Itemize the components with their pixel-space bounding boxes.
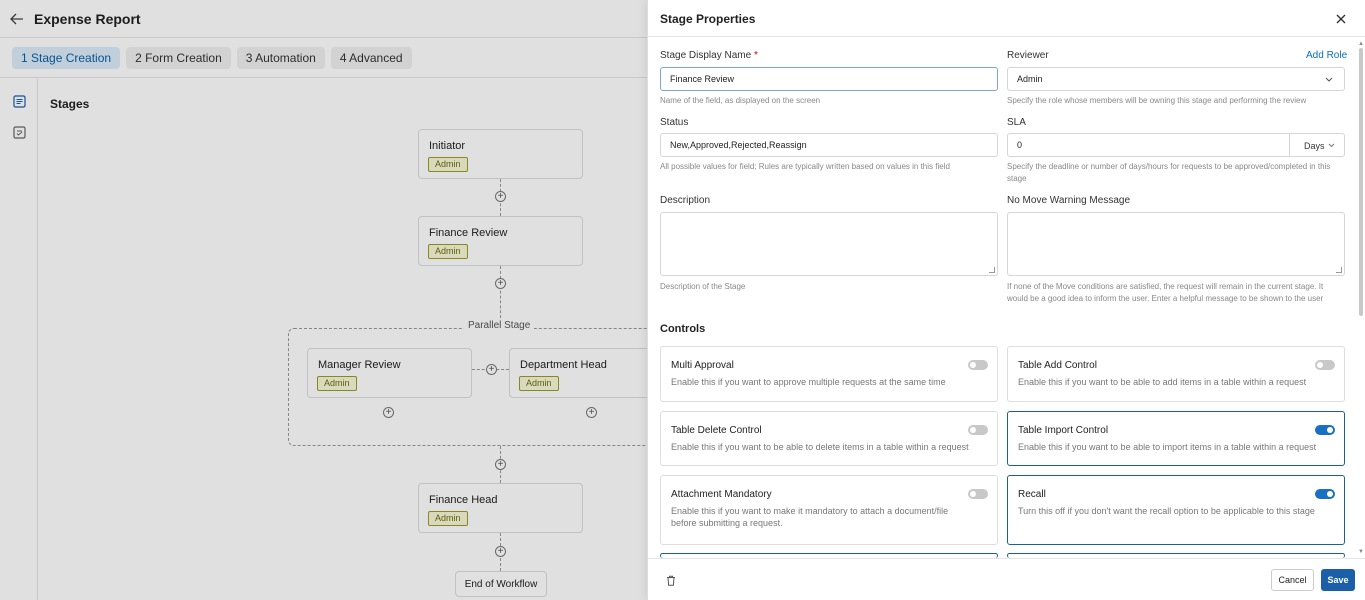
multi-approval-toggle[interactable] xyxy=(968,360,988,370)
control-title: Table Import Control xyxy=(1018,425,1109,436)
sla-hint: Specify the deadline or number of days/h… xyxy=(1007,162,1331,183)
scroll-down-arrow-icon[interactable]: ▼ xyxy=(1357,548,1365,556)
reviewer-label: Reviewer xyxy=(1007,50,1049,61)
attachment-mandatory-toggle[interactable] xyxy=(968,489,988,499)
control-title: Multi Approval xyxy=(671,360,734,371)
drawer-footer: Cancel Save xyxy=(648,558,1365,600)
table-add-toggle[interactable] xyxy=(1315,360,1335,370)
close-icon[interactable] xyxy=(1334,12,1348,26)
control-card-table-add: Table Add Control Enable this if you wan… xyxy=(1007,346,1345,402)
stage-name-input[interactable]: Finance Review xyxy=(660,67,998,91)
save-button[interactable]: Save xyxy=(1321,569,1355,591)
resize-handle-icon[interactable] xyxy=(989,267,995,273)
reviewer-selected-value: Admin xyxy=(1017,74,1043,84)
control-card-recall: Recall Turn this off if you don't want t… xyxy=(1007,475,1345,545)
status-input[interactable]: New,Approved,Rejected,Reassign xyxy=(660,133,998,157)
control-card-table-import: Table Import Control Enable this if you … xyxy=(1007,411,1345,466)
controls-heading: Controls xyxy=(660,323,706,335)
stage-name-label: Stage Display Name * xyxy=(660,50,758,61)
stage-name-hint: Name of the field, as displayed on the s… xyxy=(660,96,821,105)
sla-unit-divider xyxy=(1289,133,1290,157)
cancel-button[interactable]: Cancel xyxy=(1271,569,1314,591)
reviewer-select[interactable]: Admin xyxy=(1007,67,1345,91)
trash-icon[interactable] xyxy=(666,575,676,586)
modal-backdrop[interactable] xyxy=(0,0,647,600)
add-role-link[interactable]: Add Role xyxy=(1306,50,1347,61)
control-title: Recall xyxy=(1018,489,1046,500)
control-title: Table Add Control xyxy=(1018,360,1097,371)
control-description: Enable this if you want to be able to im… xyxy=(1018,442,1317,452)
control-card-attachment-mandatory: Attachment Mandatory Enable this if you … xyxy=(660,475,998,545)
table-import-toggle[interactable] xyxy=(1315,425,1335,435)
drawer-header: Stage Properties xyxy=(648,0,1365,37)
sla-unit-select[interactable]: Days xyxy=(1304,141,1325,151)
resize-handle-icon[interactable] xyxy=(1336,267,1342,273)
no-move-textarea[interactable] xyxy=(1007,212,1345,276)
description-label: Description xyxy=(660,195,711,206)
control-description: Turn this off if you don't want the reca… xyxy=(1018,506,1315,516)
control-card-multi-approval: Multi Approval Enable this if you want t… xyxy=(660,346,998,402)
description-hint: Description of the Stage xyxy=(660,282,746,291)
scroll-up-arrow-icon[interactable]: ▲ xyxy=(1357,40,1365,48)
control-card-table-delete: Table Delete Control Enable this if you … xyxy=(660,411,998,466)
control-description: Enable this if you want to approve multi… xyxy=(671,377,946,387)
no-move-label: No Move Warning Message xyxy=(1007,195,1131,206)
control-description: Enable this if you want to be able to ad… xyxy=(1018,377,1307,387)
sla-label: SLA xyxy=(1007,117,1026,128)
reviewer-hint: Specify the role whose members will be o… xyxy=(1007,96,1307,105)
drawer-title: Stage Properties xyxy=(660,12,756,26)
recall-toggle[interactable] xyxy=(1315,489,1335,499)
chevron-down-icon[interactable] xyxy=(1324,74,1334,84)
scrollbar-thumb[interactable] xyxy=(1359,48,1363,316)
required-mark: * xyxy=(753,50,758,61)
chevron-down-icon[interactable] xyxy=(1326,140,1336,150)
control-description: Enable this if you want to be able to de… xyxy=(671,442,969,452)
control-title: Table Delete Control xyxy=(671,425,762,436)
description-textarea[interactable] xyxy=(660,212,998,276)
table-delete-toggle[interactable] xyxy=(968,425,988,435)
sla-input[interactable]: 0 xyxy=(1007,133,1345,157)
no-move-hint: If none of the Move conditions are satis… xyxy=(1007,282,1324,303)
status-label: Status xyxy=(660,117,689,128)
status-hint: All possible values for field; Rules are… xyxy=(660,162,950,171)
control-description: Enable this if you want to make it manda… xyxy=(671,506,949,528)
stage-properties-drawer: Stage Properties Stage Display Name * Fi… xyxy=(647,0,1365,600)
control-title: Attachment Mandatory xyxy=(671,489,772,500)
